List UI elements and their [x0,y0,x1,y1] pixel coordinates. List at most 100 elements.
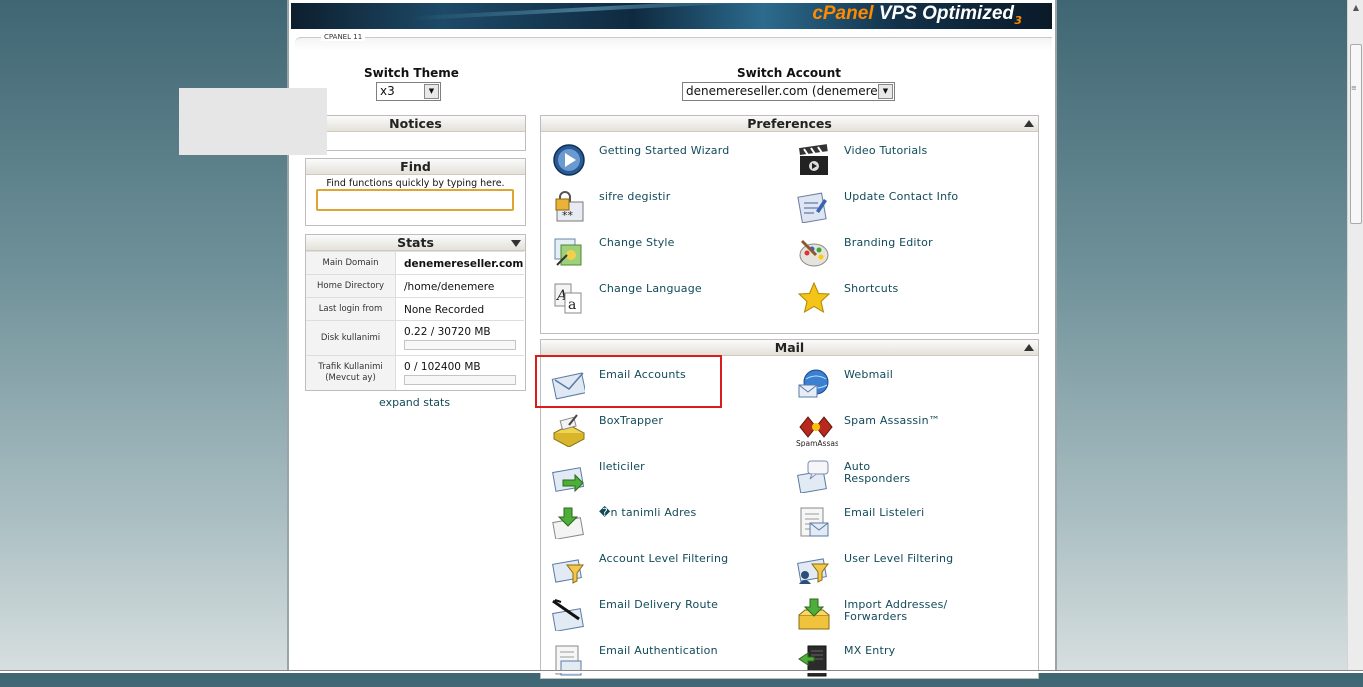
stats-row: Home Directory /home/denemere [306,274,524,297]
find-input[interactable] [316,189,514,211]
stats-label: Trafik Kullanimi (Mevcut ay) [306,356,396,390]
preferences-title-text: Preferences [747,116,832,131]
item-label: Update Contact Info [844,190,959,203]
scrollbar-thumb[interactable] [1350,44,1362,224]
switch-account-value: denemereseller.com (denemere) [686,84,883,98]
stats-value: denemereseller.com [404,258,524,270]
find-hint: Find functions quickly by typing here. [326,178,505,189]
collapse-arrow-icon[interactable] [511,240,521,247]
stats-box: Stats Main Domain denemereseller.com Hom… [305,234,526,391]
stats-value: /home/denemere [404,281,495,293]
cpanel-version: 3 [1014,14,1022,27]
item-label: MX Entry [844,644,896,657]
stats-label: Last login from [306,298,396,320]
item-label: Video Tutorials [844,144,928,157]
item-label: Shortcuts [844,282,899,295]
pref-video-tutorials[interactable]: Video Tutorials [796,143,1016,187]
mail-webmail[interactable]: Webmail [796,367,1016,411]
notices-box: Notices [305,115,526,151]
webmail-globe-icon [798,369,829,398]
boxtrapper-icon [552,414,585,447]
svg-text:**: ** [562,209,574,222]
mail-spam-assassin[interactable]: SpamAssassin Spam Assassin™ [792,413,1012,457]
mail-default-address[interactable]: �n tanimli Adres [551,505,771,549]
pref-shortcuts[interactable]: Shortcuts [796,281,1016,325]
email-accounts-highlight [535,355,722,408]
mail-email-authentication[interactable]: Email Authentication [551,643,771,687]
stats-label: Disk kullanimi [306,321,396,355]
user-filter-icon [797,558,829,584]
stats-row: Disk kullanimi 0.22 / 30720 MB [306,320,524,355]
style-icon [554,238,582,266]
mail-title-text: Mail [774,340,805,355]
item-label-line2: Forwarders [844,610,908,623]
item-label: Account Level Filtering [599,552,729,565]
stats-title-text: Stats [397,235,434,250]
section-divider [295,37,1052,51]
language-icon: Aa [554,283,582,314]
contact-card-icon [797,192,827,223]
scroll-up-icon[interactable]: ▲ [1350,2,1362,14]
item-label: �n tanimli Adres [599,506,697,519]
collapse-arrow-icon[interactable] [1024,120,1034,127]
spamassassin-icon: SpamAssassin [796,416,838,447]
item-label: Spam Assassin™ [844,414,940,427]
find-title: Find [306,159,525,175]
item-label: Email Listeleri [844,506,925,519]
pref-change-style[interactable]: Change Style [551,235,771,279]
mail-mx-entry[interactable]: MX Entry [796,643,1016,687]
find-box: Find Find functions quickly by typing he… [305,158,526,226]
account-filter-icon [552,559,584,584]
item-label: Change Language [599,282,702,295]
pref-change-language[interactable]: Aa Change Language [551,281,771,325]
mail-email-delivery-route[interactable]: Email Delivery Route [551,597,771,641]
mail-account-level-filtering[interactable]: Account Level Filtering [551,551,771,595]
mail-email-listeleri[interactable]: Email Listeleri [796,505,1016,549]
mail-auto-responders[interactable]: Auto Responders [796,459,1016,503]
pref-getting-started-wizard[interactable]: Getting Started Wizard [551,143,771,187]
notices-title: Notices [306,116,525,132]
palette-icon [799,239,829,267]
traffic-usage-bar [404,375,516,385]
switch-theme-select[interactable]: x3 ▼ [376,82,441,101]
forwarders-icon [552,467,585,493]
mail-ileticiler[interactable]: Ileticiler [551,459,771,503]
stats-value: None Recorded [404,304,485,316]
clapperboard-icon [799,144,828,175]
item-label: BoxTrapper [599,414,664,427]
preferences-title[interactable]: Preferences [541,116,1038,132]
item-label: Branding Editor [844,236,933,249]
stats-title[interactable]: Stats [306,235,525,251]
expand-stats-link[interactable]: expand stats [379,396,450,409]
scrollbar-grip-icon: ≡ [1351,84,1357,92]
mail-title[interactable]: Mail [541,340,1038,356]
stats-row: Last login from None Recorded [306,297,524,320]
cpanel-banner: cPanel VPS Optimized 3 [291,3,1052,29]
play-icon [553,144,585,176]
default-address-icon [552,507,584,539]
item-label: sifre degistir [599,190,671,203]
mail-boxtrapper[interactable]: BoxTrapper [551,413,771,457]
pref-branding-editor[interactable]: Branding Editor [796,235,1016,279]
pref-update-contact-info[interactable]: Update Contact Info [796,189,1016,233]
stats-row: Main Domain denemereseller.com [306,251,524,274]
collapse-arrow-icon[interactable] [1024,344,1034,351]
mail-user-level-filtering[interactable]: User Level Filtering [796,551,1016,595]
item-label: Email Authentication [599,644,718,657]
switch-account-select[interactable]: denemereseller.com (denemere) ▼ [682,82,895,101]
item-label: Email Delivery Route [599,598,719,611]
lock-password-icon: ** [555,191,584,222]
stats-label: Main Domain [306,252,396,274]
chevron-down-icon[interactable]: ▼ [424,84,439,99]
pref-sifre-degistir[interactable]: ** sifre degistir [551,189,771,233]
svg-text:SpamAssassin: SpamAssassin [796,439,838,447]
switch-account-title: Switch Account [737,66,841,80]
gray-overlay-box [179,88,327,155]
chevron-down-icon[interactable]: ▼ [878,84,893,99]
mail-import-addresses[interactable]: Import Addresses/ Forwarders [796,597,1016,641]
star-icon [797,281,830,314]
page-scrollbar[interactable]: ▲ ≡ [1347,0,1363,670]
delivery-route-icon [552,599,584,631]
stats-label: Home Directory [306,275,396,297]
mailing-list-icon [800,507,829,537]
